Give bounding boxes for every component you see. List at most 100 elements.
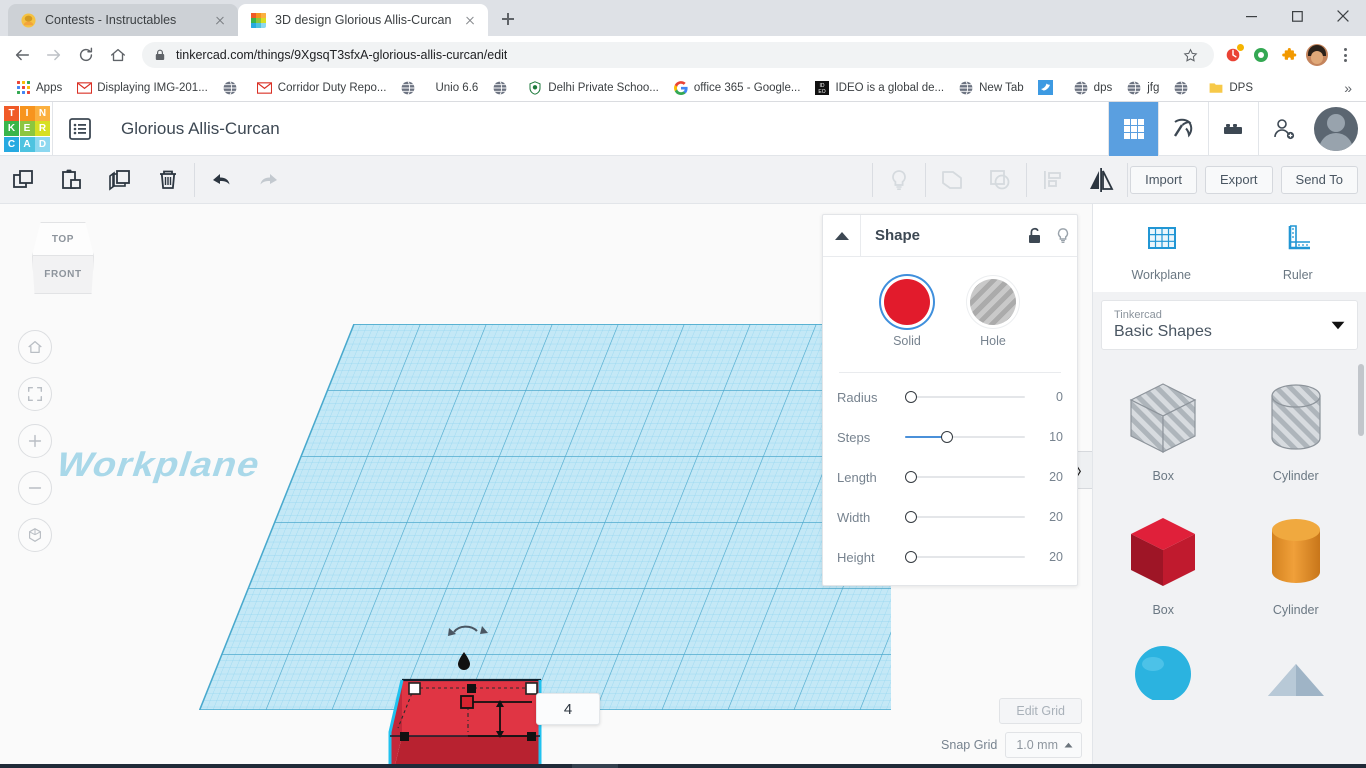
unlock-icon[interactable]: [1021, 215, 1049, 257]
bookmark-corridor-duty[interactable]: Corridor Duty Repo...: [250, 77, 394, 99]
close-icon[interactable]: [462, 12, 478, 28]
shapes-scrollbar[interactable]: [1358, 364, 1364, 436]
page-title[interactable]: Glorious Allis-Curcan: [121, 119, 1108, 139]
width-slider[interactable]: [905, 508, 1025, 526]
ruler-tool[interactable]: Ruler: [1230, 216, 1366, 282]
shape-item-roof-solid[interactable]: [1232, 640, 1361, 764]
solid-color-circle[interactable]: [884, 279, 930, 325]
wifi-icon[interactable]: [1237, 764, 1263, 768]
shape-item-cylinder-hole[interactable]: Cylinder: [1232, 372, 1361, 502]
shape-item-sphere-solid[interactable]: [1099, 640, 1228, 764]
reload-icon[interactable]: [72, 41, 100, 69]
new-tab-button[interactable]: [494, 5, 522, 33]
hole-pattern-circle[interactable]: [970, 279, 1016, 325]
shape-item-cylinder-solid[interactable]: Cylinder: [1232, 506, 1361, 636]
bookmark-ideo[interactable]: ID EO IDEO is a global de...: [807, 77, 951, 99]
taskbar-file-explorer[interactable]: [480, 764, 526, 768]
green-shield-icon[interactable]: [1248, 42, 1274, 68]
taskbar-mail[interactable]: [664, 764, 710, 768]
avatar[interactable]: [1314, 106, 1358, 151]
battery-icon[interactable]: [1185, 764, 1211, 768]
view-cube-top-face[interactable]: TOP: [32, 222, 94, 256]
tinkercad-logo[interactable]: T I N K E R C A D: [4, 105, 52, 152]
address-bar[interactable]: tinkercad.com/things/9XgsqT3sfxA-gloriou…: [142, 42, 1214, 68]
taskbar-google-chrome[interactable]: [572, 764, 618, 768]
taskbar-microsoft-store[interactable]: [526, 764, 572, 768]
import-button[interactable]: Import: [1130, 165, 1197, 194]
browser-tab-1[interactable]: Contests - Instructables: [8, 4, 238, 36]
width-value[interactable]: 20: [1031, 510, 1063, 524]
home-icon[interactable]: [104, 41, 132, 69]
bookmark-office-365[interactable]: office 365 - Google...: [666, 77, 808, 99]
shape-library-select[interactable]: Tinkercad Basic Shapes: [1101, 300, 1358, 350]
bookmark-blue-bird[interactable]: [1031, 77, 1066, 99]
view-cube-front-face[interactable]: FRONT: [32, 256, 94, 294]
export-button[interactable]: Export: [1204, 165, 1273, 194]
zoom-in-icon[interactable]: [18, 424, 52, 458]
bookmark-new-tab[interactable]: New Tab: [951, 77, 1031, 99]
taskbar-snipping-tool[interactable]: [756, 764, 802, 768]
browser-tab-2[interactable]: 3D design Glorious Allis-Curcan |: [238, 4, 488, 36]
codeblocks-pickaxe-icon[interactable]: [1158, 101, 1208, 156]
show-hidden-icons-chevron[interactable]: [1133, 764, 1159, 768]
collapse-panel-icon[interactable]: [823, 214, 861, 257]
taskbar-clock[interactable]: 2:18 PM 8/17/2020: [1263, 764, 1330, 768]
bookmark-dps[interactable]: dps: [1066, 77, 1120, 99]
close-window-button[interactable]: [1320, 0, 1366, 32]
length-slider[interactable]: [905, 468, 1025, 486]
cortana-circle-icon[interactable]: [388, 764, 434, 768]
bookmark-globe-4[interactable]: [1166, 77, 1201, 99]
profile-avatar[interactable]: [1304, 42, 1330, 68]
shapes-grid[interactable]: Box Cylinder Box Cylinder: [1093, 358, 1366, 764]
back-icon[interactable]: [8, 41, 36, 69]
start-button[interactable]: [0, 764, 48, 768]
ortho-perspective-icon[interactable]: [18, 518, 52, 552]
extension-badge-icon[interactable]: [1220, 42, 1246, 68]
copy-icon[interactable]: [0, 156, 48, 204]
grid-view-icon[interactable]: [1108, 101, 1158, 156]
taskbar-edge[interactable]: [848, 764, 894, 768]
radius-slider[interactable]: [905, 388, 1025, 406]
shape-item-box-solid[interactable]: Box: [1099, 506, 1228, 636]
home-view-icon[interactable]: [18, 330, 52, 364]
bookmark-jfg[interactable]: jfg: [1119, 77, 1166, 99]
task-view-icon[interactable]: [434, 764, 480, 768]
bookmark-unio[interactable]: Unio 6.6: [428, 77, 485, 99]
workplane-tool[interactable]: Workplane: [1093, 216, 1230, 282]
maximize-button[interactable]: [1274, 0, 1320, 32]
minimize-button[interactable]: [1228, 0, 1274, 32]
mirror-icon[interactable]: [1077, 156, 1125, 204]
solid-swatch[interactable]: Solid: [884, 279, 930, 348]
blocks-brick-icon[interactable]: [1208, 101, 1258, 156]
close-icon[interactable]: [212, 12, 228, 28]
shape-item-box-hole[interactable]: Box: [1099, 372, 1228, 502]
steps-value[interactable]: 10: [1031, 430, 1063, 444]
radius-value[interactable]: 0: [1031, 390, 1063, 404]
snap-grid-select[interactable]: 1.0 mm: [1005, 732, 1082, 758]
zoom-out-icon[interactable]: [18, 471, 52, 505]
delete-trash-icon[interactable]: [144, 156, 192, 204]
paste-icon[interactable]: [48, 156, 96, 204]
taskbar-excel[interactable]: X: [710, 764, 756, 768]
volume-muted-icon[interactable]: [1211, 764, 1237, 768]
notification-center-button[interactable]: 2: [1330, 764, 1366, 768]
send-to-button[interactable]: Send To: [1280, 165, 1358, 194]
puzzle-extension-icon[interactable]: [1276, 42, 1302, 68]
bookmark-apps[interactable]: Apps: [8, 77, 69, 99]
taskbar-teams[interactable]: T: [802, 764, 848, 768]
invite-person-icon[interactable]: [1258, 101, 1308, 156]
length-value[interactable]: 20: [1031, 470, 1063, 484]
view-cube[interactable]: TOP FRONT: [28, 222, 98, 294]
dimension-value-tooltip[interactable]: 4: [536, 693, 600, 725]
height-slider[interactable]: [905, 548, 1025, 566]
duplicate-icon[interactable]: [96, 156, 144, 204]
project-list-icon[interactable]: [53, 102, 107, 156]
height-value[interactable]: 20: [1031, 550, 1063, 564]
edit-grid-button[interactable]: Edit Grid: [999, 698, 1082, 724]
bookmark-folder-dps[interactable]: DPS: [1201, 77, 1260, 99]
bookmark-delhi-private-school[interactable]: Delhi Private Schoo...: [520, 77, 666, 99]
bookmark-globe-3[interactable]: [485, 77, 520, 99]
3d-viewport[interactable]: TOP FRONT Workplane 4 〉 Shape Solid Hole…: [0, 204, 1092, 764]
chrome-menu-icon[interactable]: [1332, 42, 1358, 68]
bookmark-star-icon[interactable]: [1178, 43, 1202, 67]
